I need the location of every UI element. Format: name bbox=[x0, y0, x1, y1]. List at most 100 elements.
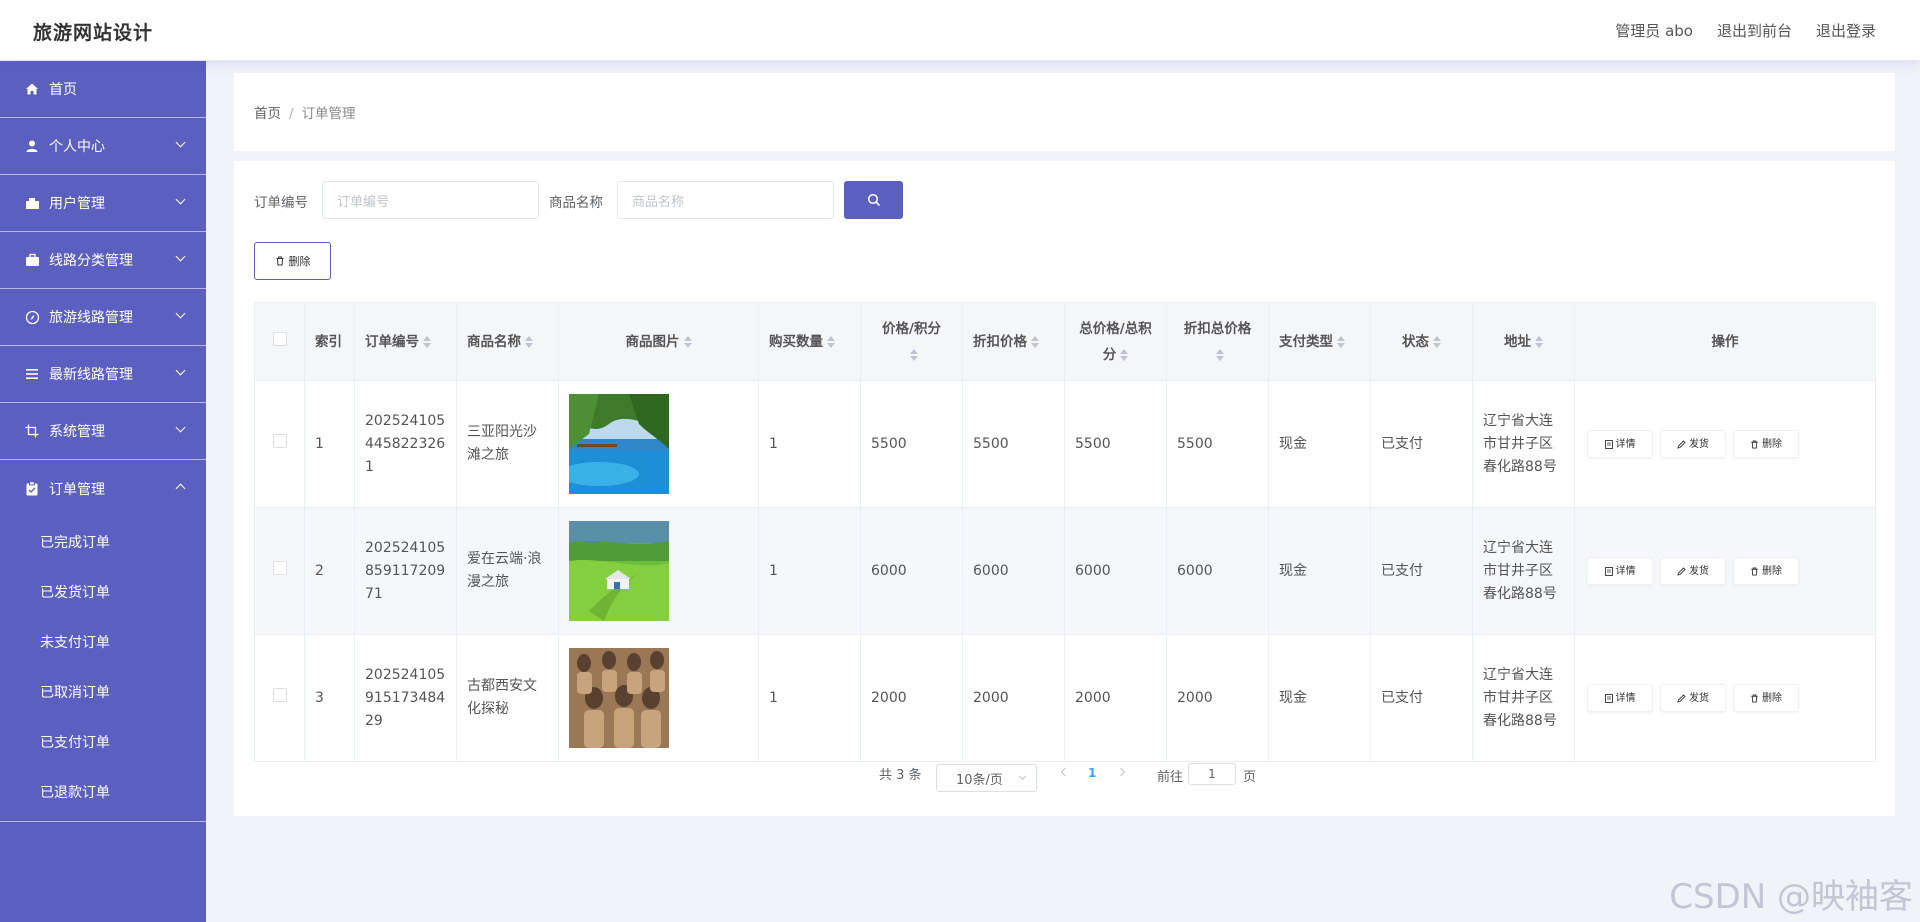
sidebar-item-orders[interactable]: 订单管理 bbox=[0, 460, 206, 517]
col-price-label: 价格/积分 bbox=[882, 320, 941, 337]
sidebar-item-home[interactable]: 首页 bbox=[0, 61, 206, 118]
product-image-beach[interactable] bbox=[569, 394, 669, 494]
cell-index: 1 bbox=[304, 380, 355, 508]
table-header-row: 索引 订单编号 商品名称 商品图片 购买数量 价格/积分 折扣价格 总价格/总积… bbox=[254, 302, 1876, 381]
cell-total: 6000 bbox=[1064, 507, 1167, 635]
col-index: 索引 bbox=[304, 302, 355, 381]
cell-total: 2000 bbox=[1064, 634, 1167, 762]
ship-button[interactable]: 发货 bbox=[1660, 557, 1726, 585]
row-checkbox[interactable] bbox=[272, 687, 287, 702]
ship-button[interactable]: 发货 bbox=[1660, 430, 1726, 458]
sort-icon[interactable] bbox=[683, 335, 692, 348]
sidebar-item-system[interactable]: 系统管理 bbox=[0, 403, 206, 460]
cell-image bbox=[558, 380, 759, 508]
product-image-grassland[interactable] bbox=[569, 521, 669, 621]
detail-button[interactable]: 详情 bbox=[1587, 430, 1653, 458]
col-order-no-label: 订单编号 bbox=[365, 333, 419, 350]
cell-qty: 1 bbox=[758, 380, 861, 508]
detail-label: 详情 bbox=[1615, 565, 1636, 577]
sidebar-subitem-completed[interactable]: 已完成订单 bbox=[0, 517, 206, 567]
current-page[interactable]: 1 bbox=[1088, 766, 1096, 780]
ship-label: 发货 bbox=[1689, 438, 1709, 450]
cell-status: 已支付 bbox=[1370, 507, 1473, 635]
table-row: 1 2025241054458223261 三亚阳光沙滩之旅 1 5500 55… bbox=[254, 380, 1876, 508]
to-frontend-link[interactable]: 退出到前台 bbox=[1717, 20, 1792, 41]
cell-status: 已支付 bbox=[1370, 634, 1473, 762]
row-delete-button[interactable]: 删除 bbox=[1733, 557, 1799, 585]
sort-icon[interactable] bbox=[1535, 335, 1543, 348]
sidebar-item-tour-routes[interactable]: 旅游线路管理 bbox=[0, 289, 206, 346]
list-icon bbox=[24, 366, 40, 382]
sort-icon[interactable] bbox=[1337, 335, 1345, 348]
sort-icon[interactable] bbox=[827, 335, 835, 348]
col-order-no[interactable]: 订单编号 bbox=[354, 302, 457, 381]
goto-page-input[interactable]: 1 bbox=[1188, 763, 1236, 785]
cell-order-no: 20252410591517348429 bbox=[354, 634, 457, 762]
col-discount-price[interactable]: 折扣价格 bbox=[962, 302, 1065, 381]
sidebar-item-latest-routes[interactable]: 最新线路管理 bbox=[0, 346, 206, 403]
cell-qty: 1 bbox=[758, 507, 861, 635]
cell-address: 辽宁省大连市甘井子区春化路88号 bbox=[1472, 507, 1575, 635]
cell-ops: 详情 发货 删除 bbox=[1574, 507, 1876, 635]
sort-icon[interactable] bbox=[525, 335, 533, 348]
cell-discount-price: 6000 bbox=[962, 507, 1065, 635]
breadcrumb-home[interactable]: 首页 bbox=[254, 106, 281, 122]
col-price[interactable]: 价格/积分 bbox=[860, 302, 963, 381]
row-delete-button[interactable]: 删除 bbox=[1733, 684, 1799, 712]
sidebar-item-route-category[interactable]: 线路分类管理 bbox=[0, 232, 206, 289]
page-size-select[interactable]: 10条/页 bbox=[936, 764, 1037, 792]
sort-icon[interactable] bbox=[909, 348, 918, 361]
table-row: 2 20252410585911720971 爱在云端·浪漫之旅 1 6000 … bbox=[254, 507, 1876, 635]
product-name-input[interactable]: 商品名称 bbox=[617, 181, 834, 219]
admin-label[interactable]: 管理员 abo bbox=[1615, 20, 1693, 41]
order-no-input[interactable]: 订单编号 bbox=[322, 181, 539, 219]
order-table-card: 订单编号 订单编号 商品名称 商品名称 删除 索引 订单编号 商品名称 商品图片… bbox=[234, 161, 1895, 816]
cell-discount-total: 5500 bbox=[1166, 380, 1269, 508]
clipboard-icon bbox=[24, 481, 40, 497]
sidebar-item-personal[interactable]: 个人中心 bbox=[0, 118, 206, 175]
header-links: 管理员 abo 退出到前台 退出登录 bbox=[1615, 20, 1876, 41]
row-select-cell bbox=[254, 634, 305, 762]
sidebar-subitem-paid[interactable]: 已支付订单 bbox=[0, 717, 206, 767]
search-button[interactable] bbox=[844, 181, 903, 219]
document-icon bbox=[1604, 439, 1613, 449]
col-total[interactable]: 总价格/总积分 bbox=[1064, 302, 1167, 381]
sort-icon[interactable] bbox=[1433, 335, 1441, 348]
col-status[interactable]: 状态 bbox=[1370, 302, 1473, 381]
col-product[interactable]: 商品名称 bbox=[456, 302, 559, 381]
col-pay-type[interactable]: 支付类型 bbox=[1268, 302, 1371, 381]
logout-link[interactable]: 退出登录 bbox=[1816, 20, 1876, 41]
select-all-checkbox[interactable] bbox=[272, 331, 287, 346]
row-select-cell bbox=[254, 507, 305, 635]
sidebar-item-label: 系统管理 bbox=[49, 424, 105, 440]
row-checkbox[interactable] bbox=[272, 433, 287, 448]
col-discount-total[interactable]: 折扣总价格 bbox=[1166, 302, 1269, 381]
sidebar-subitem-cancelled[interactable]: 已取消订单 bbox=[0, 667, 206, 717]
next-page-icon[interactable] bbox=[1116, 767, 1126, 777]
sort-icon[interactable] bbox=[1031, 335, 1039, 348]
detail-button[interactable]: 详情 bbox=[1587, 684, 1653, 712]
ship-button[interactable]: 发货 bbox=[1660, 684, 1726, 712]
sort-icon[interactable] bbox=[423, 335, 431, 348]
product-image-terracotta[interactable] bbox=[569, 648, 669, 748]
sidebar-item-users[interactable]: 用户管理 bbox=[0, 175, 206, 232]
col-image[interactable]: 商品图片 bbox=[558, 302, 759, 381]
batch-delete-button[interactable]: 删除 bbox=[254, 242, 331, 280]
document-icon bbox=[1604, 693, 1613, 703]
detail-button[interactable]: 详情 bbox=[1587, 557, 1653, 585]
prev-page-icon[interactable] bbox=[1060, 767, 1070, 777]
chevron-down-icon bbox=[175, 194, 186, 205]
row-checkbox[interactable] bbox=[272, 560, 287, 575]
col-address[interactable]: 地址 bbox=[1472, 302, 1575, 381]
row-delete-button[interactable]: 删除 bbox=[1733, 430, 1799, 458]
cell-discount-total: 6000 bbox=[1166, 507, 1269, 635]
sidebar-subitem-unpaid[interactable]: 未支付订单 bbox=[0, 617, 206, 667]
col-ops: 操作 bbox=[1574, 302, 1876, 381]
sidebar-item-label: 个人中心 bbox=[49, 139, 105, 155]
sidebar-subitem-shipped[interactable]: 已发货订单 bbox=[0, 567, 206, 617]
col-qty[interactable]: 购买数量 bbox=[758, 302, 861, 381]
trash-icon bbox=[1751, 439, 1758, 449]
sidebar-subitem-refunded[interactable]: 已退款订单 bbox=[0, 767, 206, 817]
sort-icon[interactable] bbox=[1215, 348, 1224, 361]
sort-icon[interactable] bbox=[1120, 348, 1129, 361]
